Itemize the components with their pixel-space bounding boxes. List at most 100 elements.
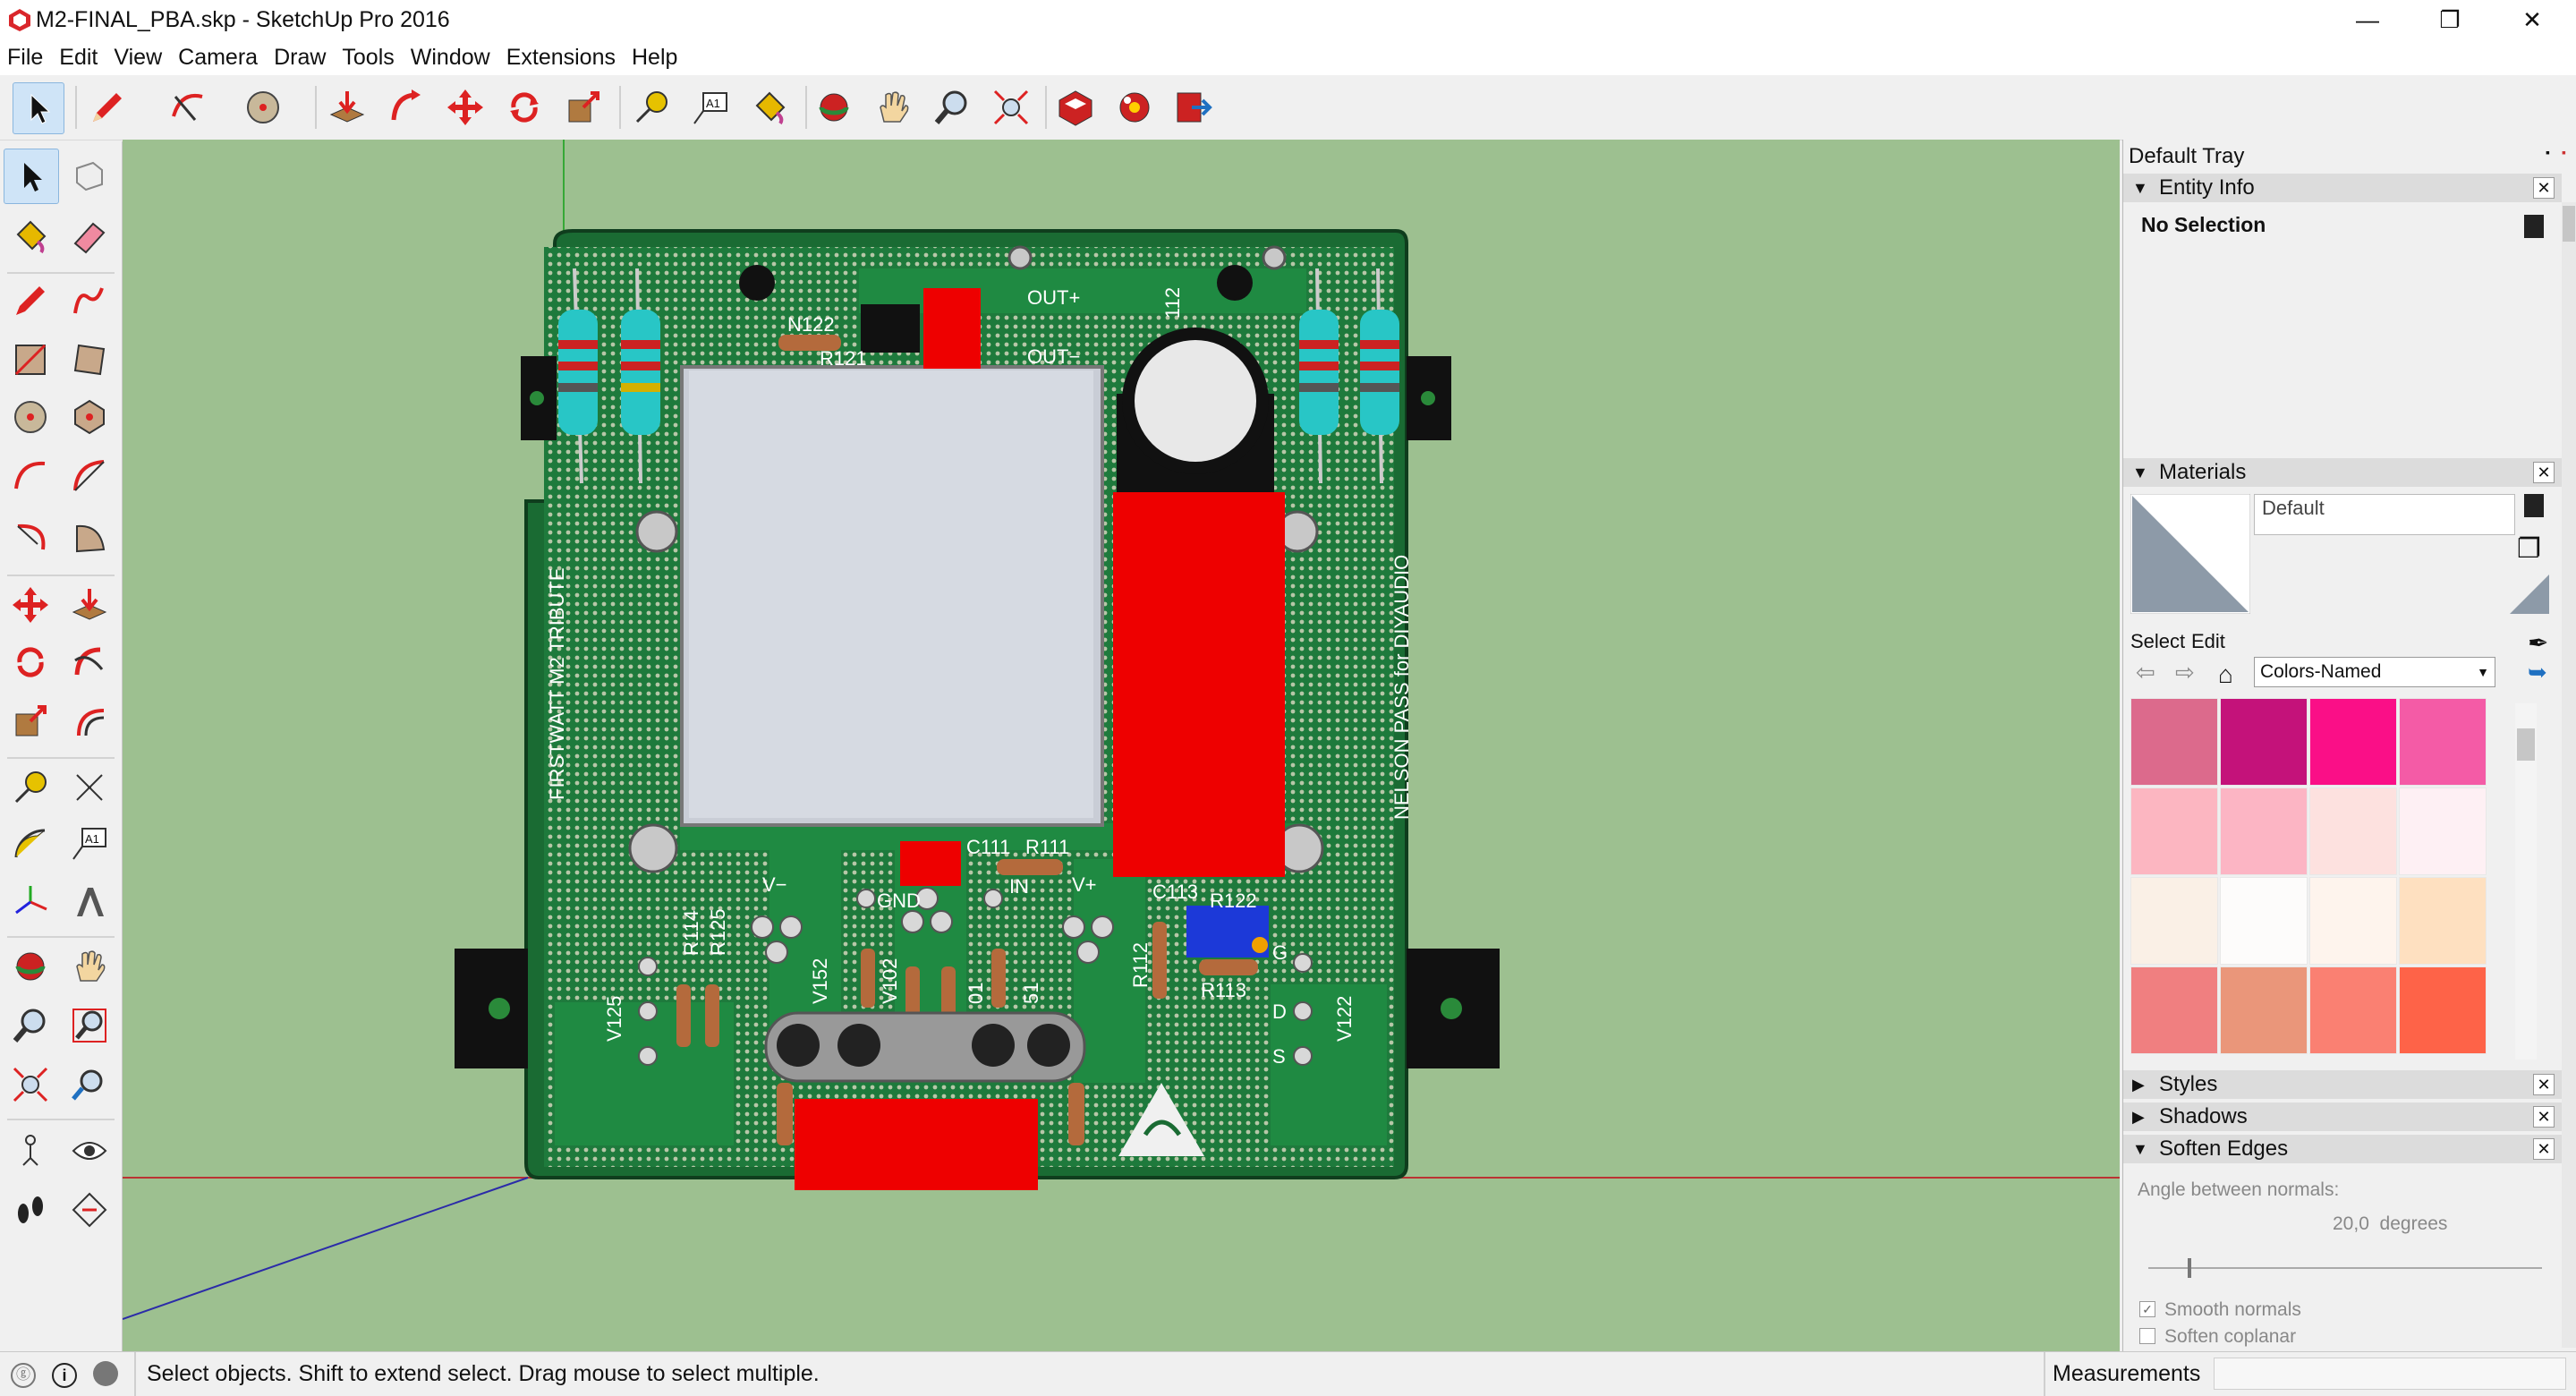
- smooth-normals-checkbox[interactable]: ✓: [2139, 1301, 2155, 1317]
- soften-coplanar-checkbox[interactable]: [2139, 1328, 2155, 1344]
- close-window-button[interactable]: ✕: [2491, 0, 2573, 39]
- left-walk-button[interactable]: [4, 1183, 57, 1237]
- left-circle-button[interactable]: [4, 390, 57, 444]
- left-previous-view-button[interactable]: [63, 1058, 116, 1111]
- left-pie-button[interactable]: [63, 510, 116, 564]
- material-swatch[interactable]: [2130, 877, 2218, 965]
- left-pan-button[interactable]: [63, 940, 116, 993]
- details-arrow-icon[interactable]: ➥: [2528, 659, 2547, 686]
- left-offset-button[interactable]: [63, 694, 116, 748]
- rotate-tool-button[interactable]: [499, 82, 549, 132]
- close-panel-icon[interactable]: ✕: [2533, 1106, 2555, 1128]
- left-position-camera-button[interactable]: [4, 1124, 57, 1178]
- left-select-button[interactable]: [4, 149, 59, 204]
- tray-scrollbar[interactable]: [2562, 202, 2576, 1348]
- left-polygon-button[interactable]: [63, 390, 116, 444]
- heatsink-block[interactable]: [680, 365, 1104, 827]
- left-eraser-button[interactable]: [63, 209, 116, 263]
- left-3d-text-button[interactable]: [63, 875, 116, 929]
- material-swatch[interactable]: [2220, 966, 2308, 1054]
- menu-file[interactable]: File: [0, 39, 51, 75]
- circle-tool-button[interactable]: [238, 82, 288, 132]
- arc-tool-button[interactable]: [163, 82, 213, 132]
- close-panel-icon[interactable]: ✕: [2533, 462, 2555, 483]
- left-zoom-extents-button[interactable]: [4, 1058, 57, 1111]
- menu-window[interactable]: Window: [403, 39, 498, 75]
- menu-edit[interactable]: Edit: [51, 39, 106, 75]
- left-paint-bucket-button[interactable]: [4, 209, 57, 263]
- material-swatch[interactable]: [2399, 698, 2487, 786]
- push-pull-button[interactable]: [322, 82, 372, 132]
- left-rotate-button[interactable]: [4, 635, 57, 689]
- left-axes-button[interactable]: [4, 875, 57, 929]
- pan-tool-button[interactable]: [868, 82, 918, 132]
- left-tape-measure-button[interactable]: [4, 761, 57, 814]
- left-3pt-arc-button[interactable]: [4, 510, 57, 564]
- material-name-field[interactable]: Default: [2254, 494, 2515, 535]
- maximize-button[interactable]: ❐: [2409, 0, 2491, 39]
- eyedropper-icon[interactable]: ✒: [2528, 628, 2548, 658]
- left-rectangle-button[interactable]: [4, 333, 57, 387]
- paint-bucket-button[interactable]: [744, 82, 795, 132]
- extension-warehouse-button[interactable]: [1109, 82, 1160, 132]
- material-swatch[interactable]: [2309, 966, 2397, 1054]
- tape-measure-button[interactable]: [626, 82, 676, 132]
- text-tool-button[interactable]: A1: [685, 82, 735, 132]
- materials-header[interactable]: ▼ Materials ✕: [2123, 458, 2562, 487]
- material-swatch[interactable]: [2130, 698, 2218, 786]
- menu-extensions[interactable]: Extensions: [498, 39, 624, 75]
- measurements-input[interactable]: [2214, 1358, 2566, 1390]
- send-to-layout-button[interactable]: [1169, 82, 1219, 132]
- left-section-plane-button[interactable]: [63, 1183, 116, 1237]
- entity-details-toggle-icon[interactable]: [2524, 215, 2544, 238]
- left-line-button[interactable]: [4, 274, 57, 328]
- tray-scrollbar-thumb[interactable]: [2563, 206, 2575, 242]
- model-viewport[interactable]: OUT+ OUT− FIRSTWATT M2 TRIBUTE NELSON PA…: [123, 140, 2120, 1351]
- material-swatch[interactable]: [2220, 698, 2308, 786]
- materials-tab-select[interactable]: Select: [2130, 630, 2185, 653]
- shadows-header[interactable]: ▶ Shadows ✕: [2123, 1102, 2562, 1131]
- angle-slider-thumb[interactable]: [2188, 1258, 2191, 1278]
- minimize-button[interactable]: —: [2326, 0, 2409, 39]
- select-tool-button[interactable]: [13, 82, 64, 134]
- follow-me-button[interactable]: [381, 82, 431, 132]
- menu-camera[interactable]: Camera: [170, 39, 266, 75]
- close-panel-icon[interactable]: ✕: [2533, 177, 2555, 199]
- styles-header[interactable]: ▶ Styles ✕: [2123, 1070, 2562, 1099]
- orbit-tool-button[interactable]: [809, 82, 859, 132]
- material-library-select[interactable]: Colors-Named ▼: [2254, 657, 2495, 687]
- user-account-icon[interactable]: [93, 1361, 118, 1386]
- zoom-tool-button[interactable]: [927, 82, 977, 132]
- menu-tools[interactable]: Tools: [334, 39, 402, 75]
- left-zoom-window-button[interactable]: [63, 999, 116, 1052]
- menu-view[interactable]: View: [106, 39, 170, 75]
- 3d-warehouse-button[interactable]: [1050, 82, 1101, 132]
- material-swatch[interactable]: [2130, 787, 2218, 875]
- geo-location-icon[interactable]: ⓖ: [11, 1363, 36, 1388]
- left-text-button[interactable]: A1: [63, 816, 116, 870]
- left-rotated-rectangle-button[interactable]: [63, 333, 116, 387]
- material-swatch[interactable]: [2399, 966, 2487, 1054]
- material-swatch[interactable]: [2309, 787, 2397, 875]
- materials-tab-edit[interactable]: Edit: [2191, 630, 2225, 653]
- material-swatch[interactable]: [2399, 787, 2487, 875]
- soften-edges-header[interactable]: ▼ Soften Edges ✕: [2123, 1135, 2562, 1163]
- left-orbit-button[interactable]: [4, 940, 57, 993]
- back-arrow-icon[interactable]: ⇦: [2136, 659, 2155, 686]
- material-swatch[interactable]: [2399, 877, 2487, 965]
- material-swatch[interactable]: [2130, 966, 2218, 1054]
- close-panel-icon[interactable]: ✕: [2533, 1138, 2555, 1160]
- material-swatch[interactable]: [2309, 877, 2397, 965]
- paint-with-material-icon[interactable]: ❐: [2517, 533, 2541, 565]
- red-capacitor-large[interactable]: [1113, 492, 1285, 877]
- left-move-button[interactable]: [4, 578, 57, 632]
- zoom-extents-button[interactable]: [986, 82, 1036, 132]
- tray-pin-icon[interactable]: ▪: [2546, 145, 2550, 159]
- left-scale-button[interactable]: [4, 694, 57, 748]
- create-material-icon[interactable]: [2524, 494, 2544, 517]
- close-panel-icon[interactable]: ✕: [2533, 1074, 2555, 1095]
- left-follow-me-button[interactable]: [63, 635, 116, 689]
- left-protractor-button[interactable]: [4, 816, 57, 870]
- left-freehand-button[interactable]: [63, 274, 116, 328]
- left-component-button[interactable]: [63, 149, 116, 202]
